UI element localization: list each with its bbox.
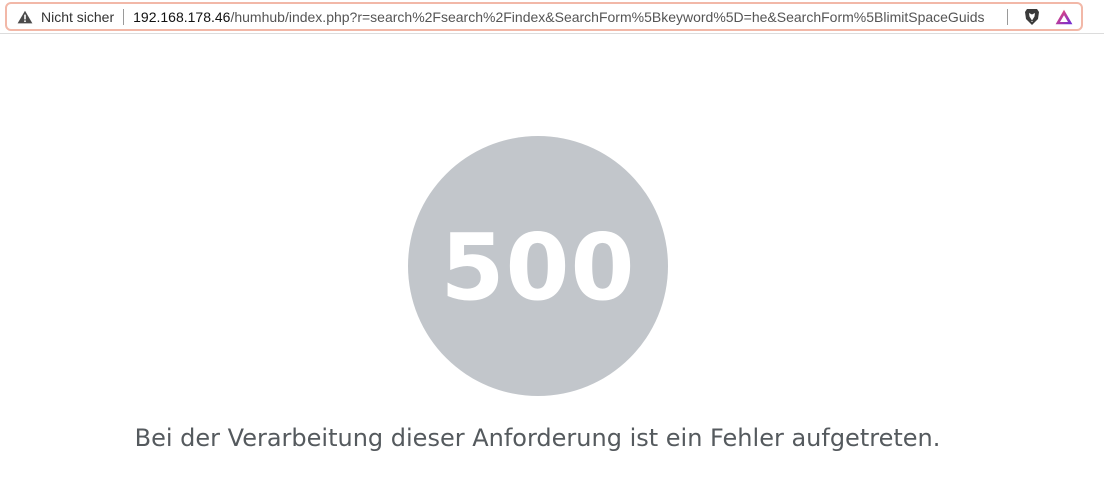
brave-lion-icon[interactable] bbox=[1023, 8, 1041, 26]
error-code-circle: 500 bbox=[408, 136, 668, 396]
security-status-label[interactable]: Nicht sicher bbox=[41, 9, 114, 25]
warning-triangle-icon[interactable] bbox=[17, 10, 33, 24]
url-path: /humhub/index.php?r=search%2Fsearch%2Fin… bbox=[230, 8, 985, 25]
error-message: Bei der Verarbeitung dieser Anforderung … bbox=[134, 424, 941, 452]
browser-toolbar: Nicht sicher 192.168.178.46/humhub/index… bbox=[0, 0, 1104, 34]
url-host: 192.168.178.46 bbox=[133, 8, 231, 25]
error-code: 500 bbox=[440, 214, 636, 321]
address-divider bbox=[123, 8, 125, 25]
address-divider-right bbox=[1007, 8, 1008, 25]
brave-rewards-triangle-icon[interactable] bbox=[1055, 8, 1073, 26]
address-bar[interactable]: Nicht sicher 192.168.178.46/humhub/index… bbox=[5, 2, 1083, 31]
url-text[interactable]: 192.168.178.46/humhub/index.php?r=search… bbox=[133, 9, 998, 25]
